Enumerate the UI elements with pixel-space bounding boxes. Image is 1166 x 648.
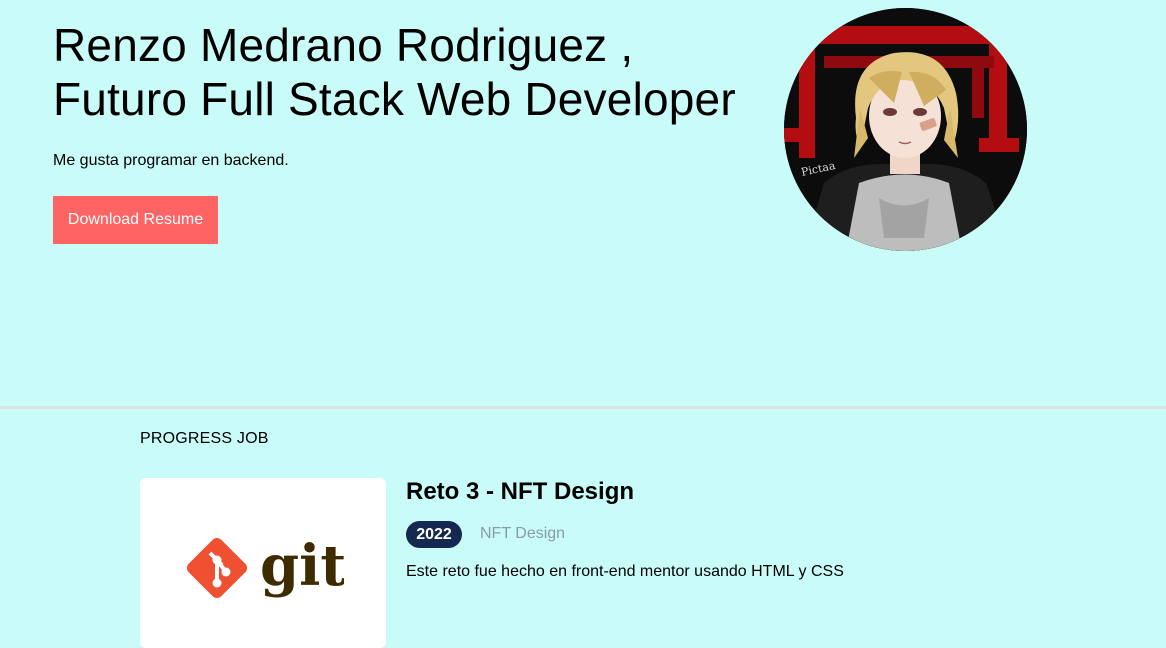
avatar: Pictaa bbox=[784, 8, 1027, 251]
download-resume-button[interactable]: Download Resume bbox=[53, 196, 218, 244]
git-logo-text: git bbox=[260, 533, 344, 599]
title-line-name: Renzo Medrano Rodriguez , bbox=[53, 19, 634, 71]
year-badge: 2022 bbox=[406, 521, 462, 548]
section-divider bbox=[0, 406, 1166, 409]
hero-subtitle: Me gusta programar en backend. bbox=[53, 152, 289, 169]
job-category: NFT Design bbox=[480, 525, 566, 542]
job-description: Este reto fue hecho en front-end mentor … bbox=[406, 563, 844, 580]
job-thumbnail-card[interactable]: git bbox=[140, 478, 386, 648]
job-title[interactable]: Reto 3 - NFT Design bbox=[406, 478, 634, 506]
page-title: Renzo Medrano Rodriguez , Futuro Full St… bbox=[53, 18, 736, 126]
git-logo-icon: git bbox=[186, 533, 344, 599]
section-heading: PROGRESS JOB bbox=[140, 430, 269, 447]
title-line-role: Futuro Full Stack Web Developer bbox=[53, 73, 736, 125]
hero-section: Renzo Medrano Rodriguez , Futuro Full St… bbox=[0, 0, 1166, 407]
avatar-illustration: Pictaa bbox=[784, 8, 1027, 251]
